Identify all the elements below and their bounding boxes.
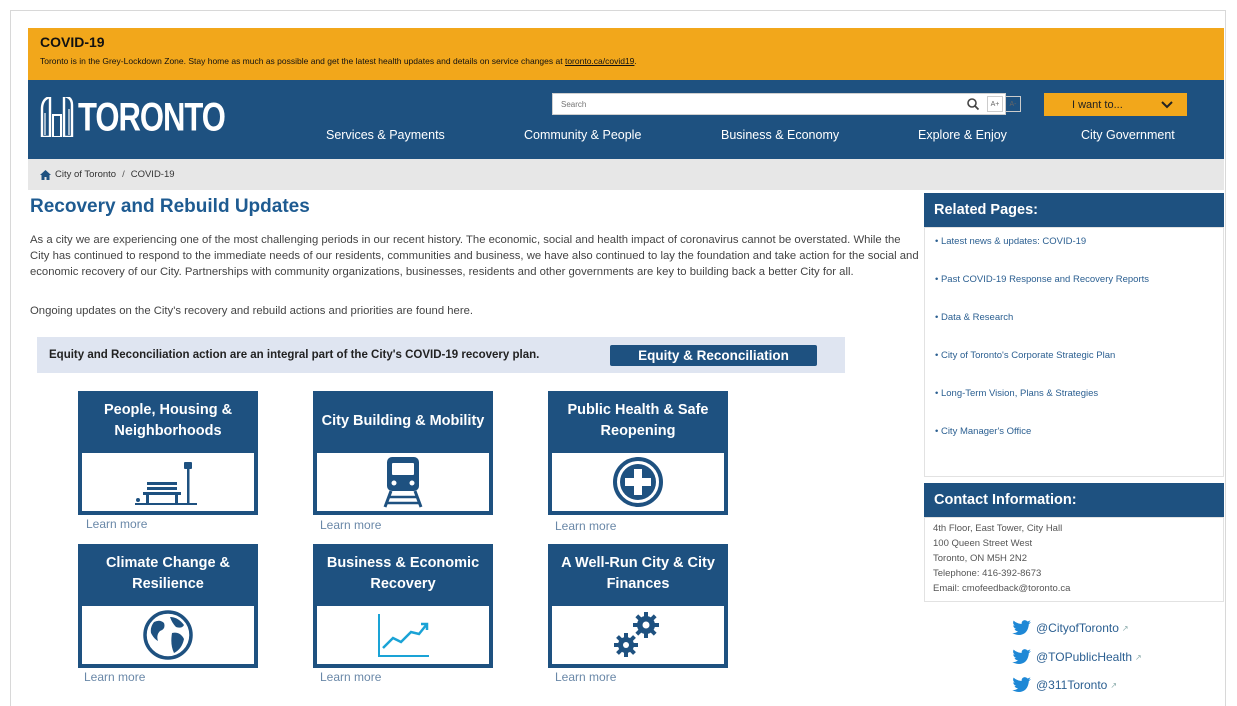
external-link-icon: ↗ <box>1135 652 1142 662</box>
alert-message-text: Toronto is in the Grey-Lockdown Zone. St… <box>40 56 565 66</box>
breadcrumb-current: COVID-19 <box>130 169 175 180</box>
medical-cross-icon <box>613 457 663 507</box>
social-link-311[interactable]: @311Toronto ↗ <box>1012 677 1117 693</box>
main-nav: Services & Payments Community & People B… <box>326 128 1186 148</box>
contact-phone: Telephone: 416-392-8673 <box>933 568 1042 579</box>
trend-chart-icon <box>378 614 429 657</box>
train-icon <box>383 457 423 508</box>
contact-line: Toronto, ON M5H 2N2 <box>933 553 1027 564</box>
nav-explore-enjoy[interactable]: Explore & Enjoy <box>918 128 1007 142</box>
alert-message: Toronto is in the Grey-Lockdown Zone. St… <box>40 56 1212 66</box>
twitter-icon <box>1012 649 1031 664</box>
breadcrumb-separator: / <box>122 169 125 180</box>
learn-more-link[interactable]: Learn more <box>555 519 616 533</box>
tile-image <box>82 606 254 664</box>
related-pages-list: • Latest news & updates: COVID-19 • Past… <box>924 227 1224 477</box>
search-input[interactable] <box>553 94 953 115</box>
nav-business-economy[interactable]: Business & Economy <box>721 128 839 142</box>
related-link-city-manager[interactable]: • City Manager's Office <box>935 426 1031 437</box>
i-want-to-label: I want to... <box>1072 98 1123 111</box>
covid-alert-banner: COVID-19 Toronto is in the Grey-Lockdown… <box>28 28 1224 80</box>
home-icon[interactable] <box>40 169 51 180</box>
twitter-icon <box>1012 620 1031 635</box>
alert-covid-link[interactable]: toronto.ca/covid19 <box>565 56 634 66</box>
search-icon[interactable] <box>966 97 980 111</box>
nav-community-people[interactable]: Community & People <box>524 128 641 142</box>
related-link-data-research[interactable]: • Data & Research <box>935 312 1013 323</box>
park-bench-icon <box>135 462 197 505</box>
font-decrease-button[interactable]: A- <box>1005 96 1021 112</box>
tile-title: People, Housing & Neighborhoods <box>103 402 233 439</box>
contact-line: 100 Queen Street West <box>933 538 1033 549</box>
updates-paragraph: Ongoing updates on the City's recovery a… <box>30 305 474 317</box>
learn-more-link[interactable]: Learn more <box>320 670 381 684</box>
site-header: TORONTO A+ A- I want to... Services & Pa… <box>28 80 1224 159</box>
breadcrumb-home-link[interactable]: City of Toronto <box>55 169 116 180</box>
i-want-to-dropdown[interactable]: I want to... <box>1044 93 1187 116</box>
page-title: Recovery and Rebuild Updates <box>30 196 310 217</box>
tile-business-economic[interactable]: Business & Economic Recovery <box>313 544 493 668</box>
logo-wordmark: TORONTO <box>78 94 226 140</box>
gears-icon <box>614 612 659 657</box>
tile-title: A Well-Run City & City Finances <box>561 555 715 592</box>
social-link-city[interactable]: @CityofToronto ↗ <box>1012 620 1129 636</box>
toronto-logo[interactable]: TORONTO <box>40 94 226 140</box>
social-handle: @CityofToronto <box>1036 621 1119 635</box>
alert-title: COVID-19 <box>40 34 105 50</box>
equity-text: Equity and Reconciliation action are an … <box>49 349 540 361</box>
social-handle: @TOPublicHealth <box>1036 650 1132 664</box>
nav-services-payments[interactable]: Services & Payments <box>326 128 445 142</box>
learn-more-link[interactable]: Learn more <box>84 670 145 684</box>
learn-more-link[interactable]: Learn more <box>555 670 616 684</box>
tile-image <box>317 453 489 511</box>
equity-reconciliation-button[interactable]: Equity & Reconciliation <box>610 345 817 366</box>
tile-image <box>317 606 489 664</box>
font-increase-button[interactable]: A+ <box>987 96 1003 112</box>
nav-city-government[interactable]: City Government <box>1081 128 1175 142</box>
search-bar: A+ A- <box>552 93 1021 115</box>
equity-callout: Equity and Reconciliation action are an … <box>37 337 845 373</box>
alert-period: . <box>634 56 637 66</box>
twitter-icon <box>1012 677 1031 692</box>
tile-image <box>552 606 724 664</box>
related-link-past-reports[interactable]: • Past COVID-19 Response and Recovery Re… <box>935 274 1149 285</box>
social-link-public-health[interactable]: @TOPublicHealth ↗ <box>1012 649 1142 665</box>
learn-more-link[interactable]: Learn more <box>86 517 147 531</box>
tile-people-housing[interactable]: People, Housing & Neighborhoods <box>78 391 258 515</box>
breadcrumb: City of Toronto / COVID-19 <box>28 159 1224 190</box>
tile-public-health[interactable]: Public Health & Safe Reopening <box>548 391 728 515</box>
contact-email[interactable]: Email: cmofeedback@toronto.ca <box>933 583 1070 594</box>
contact-line: 4th Floor, East Tower, City Hall <box>933 523 1063 534</box>
contact-information-box: 4th Floor, East Tower, City Hall 100 Que… <box>924 517 1224 602</box>
chevron-down-icon <box>1161 100 1173 108</box>
tile-image <box>552 453 724 511</box>
tile-title: Public Health & Safe Reopening <box>567 402 709 439</box>
social-handle: @311Toronto <box>1036 678 1108 692</box>
tile-title: Business & Economic Recovery <box>326 555 480 592</box>
related-link-long-term-vision[interactable]: • Long-Term Vision, Plans & Strategies <box>935 388 1098 399</box>
tile-image <box>82 453 254 511</box>
contact-information-heading: Contact Information: <box>924 483 1224 517</box>
tile-title: City Building & Mobility <box>321 412 485 429</box>
tile-title: Climate Change & Resilience <box>105 555 231 592</box>
intro-paragraph: As a city we are experiencing one of the… <box>30 234 919 278</box>
tile-climate-change[interactable]: Climate Change & Resilience <box>78 544 258 668</box>
tile-well-run-city[interactable]: A Well-Run City & City Finances <box>548 544 728 668</box>
external-link-icon: ↗ <box>1110 680 1118 690</box>
related-link-strategic-plan[interactable]: • City of Toronto's Corporate Strategic … <box>935 350 1115 361</box>
globe-icon <box>143 610 193 660</box>
tile-city-building[interactable]: City Building & Mobility <box>313 391 493 515</box>
learn-more-link[interactable]: Learn more <box>320 518 381 532</box>
related-pages-heading: Related Pages: <box>924 193 1224 227</box>
related-link-latest-news[interactable]: • Latest news & updates: COVID-19 <box>935 236 1086 247</box>
city-hall-logo-icon <box>40 97 74 137</box>
external-link-icon: ↗ <box>1121 623 1129 633</box>
